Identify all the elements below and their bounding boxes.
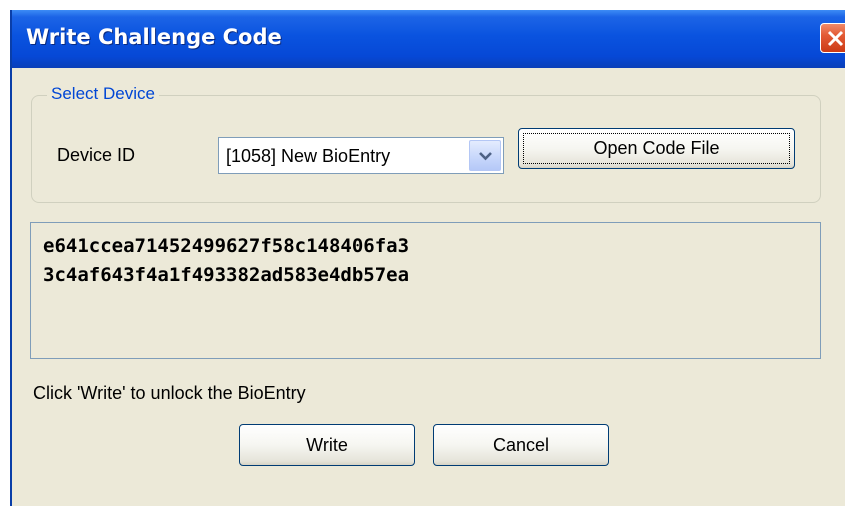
device-id-label: Device ID <box>57 145 136 165</box>
device-id-dropdown[interactable]: [1058] New BioEntry <box>218 137 504 174</box>
challenge-code-line-1: e641ccea71452499627f58c148406fa3 <box>43 235 410 257</box>
cancel-button[interactable]: Cancel <box>433 424 609 466</box>
cancel-button-label: Cancel <box>492 435 550 455</box>
chevron-down-icon <box>479 152 492 161</box>
open-code-file-button[interactable]: Open Code File <box>518 128 795 169</box>
open-code-file-label: Open Code File <box>593 138 720 158</box>
write-button-label: Write <box>306 435 348 455</box>
challenge-code-textarea[interactable]: e641ccea71452499627f58c148406fa3 3c4af64… <box>30 222 821 359</box>
select-device-legend: Select Device <box>47 84 159 104</box>
instruction-text: Click 'Write' to unlock the BioEntry <box>33 383 306 403</box>
window-title: Write Challenge Code <box>26 25 282 49</box>
dropdown-arrow-button[interactable] <box>469 140 501 171</box>
write-button[interactable]: Write <box>239 424 415 466</box>
close-icon <box>827 30 844 47</box>
title-bar[interactable]: Write Challenge Code <box>12 10 845 68</box>
device-id-value: [1058] New BioEntry <box>226 146 391 166</box>
close-button[interactable] <box>820 23 845 53</box>
challenge-code-line-2: 3c4af643f4a1f493382ad583e4db57ea <box>43 264 410 286</box>
